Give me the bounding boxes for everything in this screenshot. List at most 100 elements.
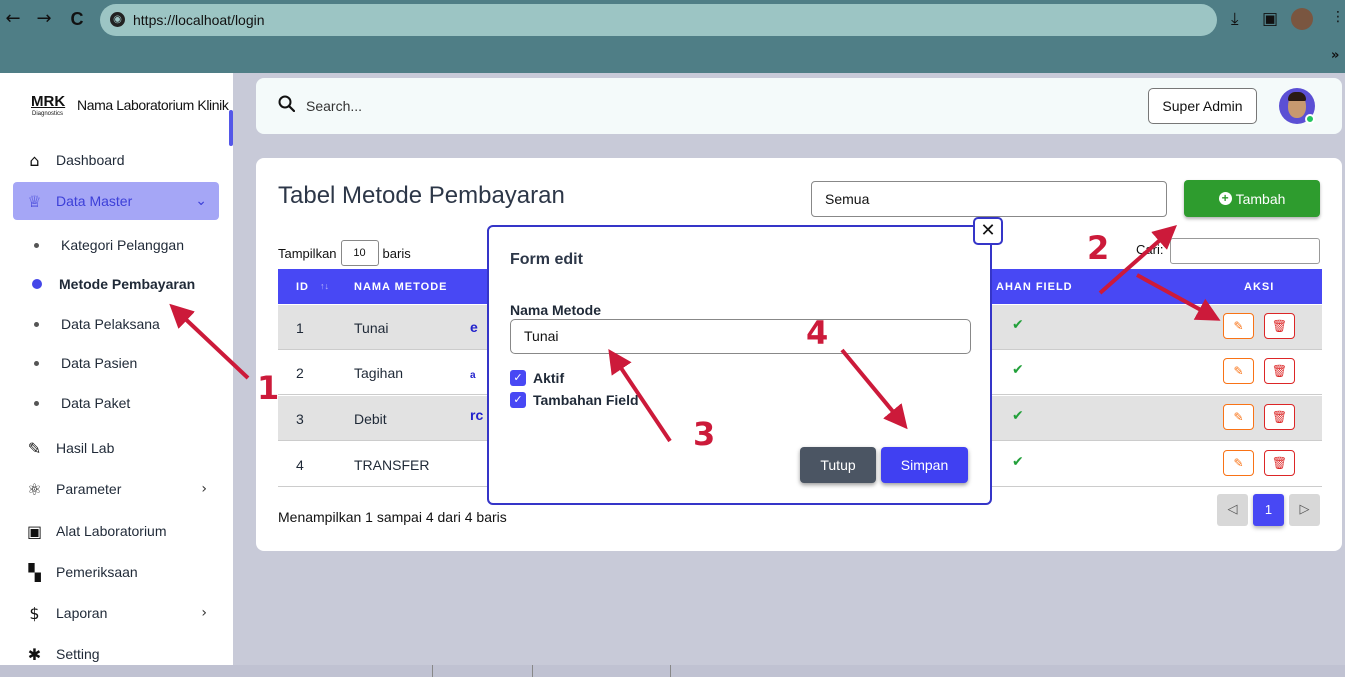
reload-icon[interactable]: C: [66, 8, 88, 30]
plus-circle-icon: +: [1218, 192, 1232, 205]
sidepanel-icon[interactable]: ▣: [1262, 9, 1278, 29]
save-button[interactable]: Simpan: [881, 447, 968, 483]
status-filter-select[interactable]: Semua: [811, 181, 1167, 217]
column-header-name[interactable]: NAMA METODE: [354, 281, 448, 293]
delete-button[interactable]: 🗑: [1264, 313, 1295, 339]
delete-button[interactable]: 🗑: [1264, 404, 1295, 430]
column-header-id[interactable]: ID: [296, 281, 309, 293]
nama-metode-label: Nama Metode: [510, 302, 602, 318]
divider: [670, 665, 671, 677]
edit-button[interactable]: ✎: [1223, 358, 1254, 384]
sidebar-item-parameter[interactable]: ⚛ Parameter ›: [13, 470, 219, 508]
cell-name: Tagihan: [354, 365, 404, 381]
checkbox-checked-icon[interactable]: ✓: [510, 370, 526, 386]
bottom-strip: [0, 665, 1345, 677]
tambahan-field-label: Tambahan Field: [533, 392, 639, 408]
edit-button[interactable]: ✎: [1223, 313, 1254, 339]
sidebar-subitem-data-pelaksana[interactable]: Data Pelaksana: [30, 316, 160, 332]
sidebar-item-label: Laporan: [56, 605, 108, 621]
role-button[interactable]: Super Admin: [1148, 88, 1257, 124]
nama-metode-input[interactable]: Tunai: [510, 319, 971, 354]
url-text[interactable]: https://localhoat/login: [133, 12, 265, 28]
sidebar-item-data-master[interactable]: ♕ Data Master ⌄: [13, 182, 219, 220]
page-1-button[interactable]: 1: [1253, 494, 1284, 526]
site-info-icon[interactable]: ◉: [110, 12, 125, 27]
page-length-suffix: baris: [382, 245, 411, 261]
edit-button[interactable]: ✎: [1223, 404, 1254, 430]
search-icon[interactable]: [278, 95, 295, 112]
page-length-control: Tampilkan 10 baris: [278, 240, 411, 266]
modal-title: Form edit: [510, 251, 583, 268]
sidebar-item-label: Hasil Lab: [56, 440, 115, 456]
table-search-input[interactable]: [1170, 238, 1320, 264]
aktif-label: Aktif: [533, 370, 565, 386]
sidebar-item-laporan[interactable]: $ Laporan ›: [13, 594, 219, 632]
cell-partial: a: [470, 370, 476, 381]
sidebar-item-label: Parameter: [56, 481, 122, 497]
chevron-right-icon: ›: [201, 481, 207, 497]
download-icon[interactable]: ⤓: [1231, 9, 1239, 29]
sidebar: MRK Diagnostics Nama Laboratorium Klinik…: [0, 73, 233, 665]
annotation-4: 4: [806, 314, 829, 352]
avatar-hair: [1288, 92, 1306, 101]
menu-icon[interactable]: ⋮: [1331, 9, 1345, 25]
divider: [532, 665, 533, 677]
check-icon: ✔: [1012, 362, 1024, 378]
add-button[interactable]: + Tambah: [1184, 180, 1320, 217]
bookmarks-overflow-icon[interactable]: »: [1331, 48, 1339, 63]
sidebar-item-label: Pemeriksaan: [56, 564, 138, 580]
add-button-label: Tambah: [1235, 190, 1286, 207]
delete-button[interactable]: 🗑: [1264, 358, 1295, 384]
search-input[interactable]: [306, 92, 492, 120]
sidebar-item-label: Data Master: [56, 193, 133, 209]
sidebar-subitem-label: Metode Pembayaran: [59, 276, 196, 292]
sidebar-subitem-kategori-pelanggan[interactable]: Kategori Pelanggan: [30, 237, 184, 253]
chevron-right-icon: ›: [201, 605, 207, 621]
brand-name: Nama Laboratorium Klinik: [77, 97, 229, 113]
sidebar-subitem-data-paket[interactable]: Data Paket: [30, 395, 130, 411]
checkbox-checked-icon[interactable]: ✓: [510, 392, 526, 408]
sidebar-item-label: Dashboard: [56, 152, 125, 168]
profile-avatar[interactable]: [1291, 8, 1313, 30]
next-page-button[interactable]: ▷: [1289, 494, 1320, 526]
money-hand-icon: $: [29, 603, 40, 623]
sidebar-subitem-data-pasien[interactable]: Data Pasien: [30, 355, 137, 371]
delete-button[interactable]: 🗑: [1264, 450, 1295, 476]
close-icon[interactable]: ✕: [973, 217, 1003, 245]
bullet-icon: [34, 400, 39, 406]
cell-id: 1: [296, 320, 304, 336]
bullet-icon: [34, 321, 39, 327]
cell-name: Tunai: [354, 320, 389, 336]
bullet-icon: [34, 242, 39, 248]
page-length-select[interactable]: 10: [340, 240, 379, 266]
sidebar-subitem-metode-pembayaran[interactable]: Metode Pembayaran: [30, 276, 195, 292]
edit-button[interactable]: ✎: [1223, 450, 1254, 476]
table-search-label: Cari:: [1136, 242, 1164, 257]
column-header-tambahan-field[interactable]: AHAN FIELD: [996, 281, 1073, 293]
divider: [432, 665, 433, 677]
toolbox-icon: ▣: [26, 521, 43, 541]
sidebar-item-label: Alat Laboratorium: [56, 523, 167, 539]
tambahan-field-checkbox[interactable]: ✓ Tambahan Field: [510, 392, 639, 408]
cell-id: 2: [296, 365, 304, 381]
crown-icon: ♕: [27, 191, 42, 211]
sort-icon[interactable]: ↑↓: [320, 281, 329, 291]
sidebar-subitem-label: Data Pasien: [61, 355, 138, 371]
back-icon[interactable]: ←: [2, 8, 24, 30]
atom-icon: ⚛: [27, 479, 42, 499]
sidebar-item-dashboard[interactable]: ⌂ Dashboard: [13, 141, 219, 179]
cell-id: 3: [296, 411, 304, 427]
check-icon: ✔: [1012, 408, 1024, 424]
column-header-actions: AKSI: [1244, 281, 1275, 293]
sidebar-item-alat-laboratorium[interactable]: ▣ Alat Laboratorium: [13, 512, 219, 550]
top-bar: Super Admin: [256, 78, 1342, 134]
cancel-button[interactable]: Tutup: [800, 447, 876, 483]
annotation-2: 2: [1087, 229, 1110, 267]
avatar[interactable]: [1279, 88, 1315, 124]
forward-icon[interactable]: →: [33, 8, 55, 30]
sidebar-item-pemeriksaan[interactable]: ▚ Pemeriksaan: [13, 553, 219, 591]
sidebar-item-hasil-lab[interactable]: ✎ Hasil Lab: [13, 429, 219, 467]
prev-page-button[interactable]: ◁: [1217, 494, 1248, 526]
address-bar[interactable]: ◉ https://localhoat/login: [100, 4, 1217, 36]
aktif-checkbox[interactable]: ✓ Aktif: [510, 370, 564, 386]
